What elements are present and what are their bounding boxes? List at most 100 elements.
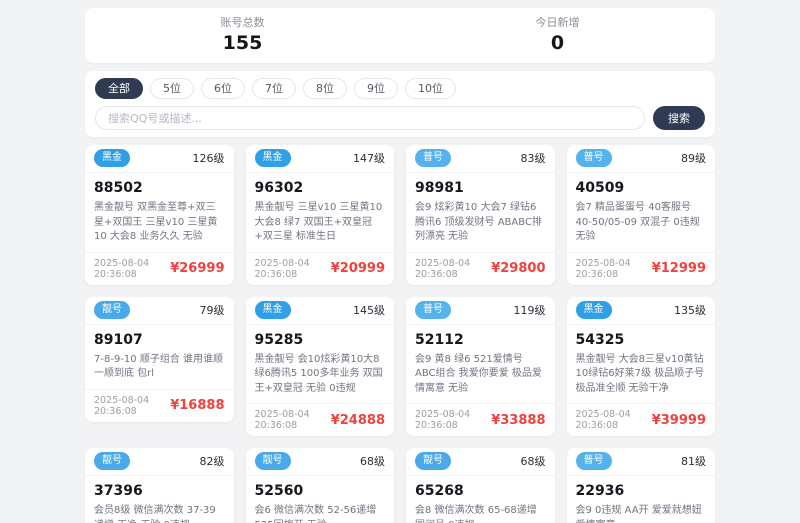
card-body: 54325 黑金靓号 大会8三星v10黄钻10绿钻6好莱7级 极品顺子号 极品准全… bbox=[567, 325, 716, 404]
account-level: 126级 bbox=[192, 152, 225, 165]
tab-10-digit[interactable]: 10位 bbox=[405, 78, 456, 99]
account-card[interactable]: 普号 119级 52112 会9 黄8 绿6 521爱情号 ABC组合 我爱你要爱 极… bbox=[406, 296, 555, 436]
card-body: 89107 7-8-9-10 顺子组合 谁用谁顺 一顺到底 包rl bbox=[85, 325, 234, 389]
account-description: 黑金靓号 会10炫彩黄10大8绿6腾讯5 100多年业务 双国王+双皇冠 无验 … bbox=[254, 353, 383, 394]
card-footer: 2025-08-04 20:36:08 ¥39999 bbox=[566, 403, 715, 436]
stat-new-today: 今日新增 0 bbox=[400, 16, 715, 55]
account-number: 52112 bbox=[415, 331, 464, 348]
stat-total-value: 155 bbox=[222, 32, 263, 54]
account-card[interactable]: 普号 89级 40509 会7 精品蛋蛋号 40客服号 40-50/05-09 双混子… bbox=[566, 145, 716, 285]
account-level: 145级 bbox=[353, 303, 385, 317]
card-footer: 2025-08-04 20:36:08 ¥12999 bbox=[566, 251, 715, 285]
account-card[interactable]: 靓号68级52560会6 微信满次数 52-56递增 525回旋开 无验2025… bbox=[245, 448, 395, 523]
account-level: 79级 bbox=[199, 303, 225, 317]
search-input[interactable] bbox=[95, 106, 645, 130]
tab-7-digit[interactable]: 7位 bbox=[252, 78, 296, 99]
listing-date: 2025-08-04 20:36:08 bbox=[575, 409, 631, 431]
search-button[interactable]: 搜索 bbox=[653, 106, 705, 130]
price: ¥16888 bbox=[170, 398, 225, 413]
stats-panel: 账号总数 155 今日新增 0 bbox=[85, 8, 715, 63]
account-type-badge: 靓号 bbox=[94, 300, 130, 319]
card-header: 普号 119级 bbox=[406, 297, 555, 325]
account-number: 37396 bbox=[94, 483, 143, 499]
account-description: 7-8-9-10 顺子组合 谁用谁顺 一顺到底 包rl bbox=[94, 353, 223, 380]
card-header: 黑金 126级 bbox=[85, 145, 234, 173]
stat-today-value: 0 bbox=[550, 32, 565, 54]
account-description: 黑金靓号 双黑金至尊+双三星+双国王 三星v10 三星黄10 大会8 业务久久 … bbox=[94, 202, 218, 242]
account-description: 会9 0违规 AA开 爱爱就想妞 爱情寓意 bbox=[575, 505, 702, 523]
account-level: 119级 bbox=[513, 303, 546, 317]
filter-search-panel: 全部 5位 6位 7位 8位 9位 10位 搜索 bbox=[85, 71, 715, 137]
listing-date: 2025-08-04 20:36:08 bbox=[254, 257, 310, 280]
price: ¥26999 bbox=[170, 261, 225, 276]
card-body: 22936 会9 0违规 AA开 爱爱就想妞 爱情寓意 bbox=[567, 476, 716, 523]
account-level: 89级 bbox=[681, 152, 706, 165]
card-body: 52560 会6 微信满次数 52-56递增 525回旋开 无验 bbox=[246, 476, 395, 523]
account-number: 98981 bbox=[415, 180, 464, 196]
card-header: 黑金 135级 bbox=[566, 297, 715, 325]
tab-9-digit[interactable]: 9位 bbox=[354, 78, 398, 99]
account-type-badge: 靓号 bbox=[415, 452, 451, 470]
account-number: 52560 bbox=[254, 483, 304, 499]
tab-8-digit[interactable]: 8位 bbox=[303, 78, 347, 99]
card-body: 40509 会7 精品蛋蛋号 40客服号 40-50/05-09 双混子 0违规 … bbox=[567, 173, 716, 252]
account-level: 83级 bbox=[520, 152, 546, 165]
card-footer: 2025-08-04 20:36:08 ¥16888 bbox=[85, 388, 234, 422]
price: ¥12999 bbox=[651, 261, 706, 276]
account-description: 会7 精品蛋蛋号 40客服号 40-50/05-09 双混子 0违规 无验 bbox=[575, 202, 700, 242]
account-description: 黑金靓号 三星v10 三星黄10 大会8 绿7 双国王+双皇冠+双三星 标准生日 bbox=[254, 202, 383, 242]
account-card[interactable]: 黑金 135级 54325 黑金靓号 大会8三星v10黄钻10绿钻6好莱7级 极品顺子… bbox=[566, 296, 716, 436]
account-description: 会员8级 微信满次数 37-39递增 干净 无验 0违规 bbox=[94, 505, 216, 523]
account-description: 会8 微信满次数 65-68递增 圆润号 0违规 bbox=[415, 505, 537, 523]
card-header: 普号 81级 bbox=[566, 448, 715, 476]
account-number: 89107 bbox=[94, 331, 143, 348]
account-card[interactable]: 靓号68级65268会8 微信满次数 65-68递增 圆润号 0违规2025-0… bbox=[406, 448, 555, 523]
account-level: 147级 bbox=[353, 152, 385, 165]
account-card[interactable]: 靓号82级37396会员8级 微信满次数 37-39递增 干净 无验 0违规20… bbox=[85, 448, 234, 523]
account-type-badge: 靓号 bbox=[94, 452, 130, 470]
account-number: 54325 bbox=[575, 331, 625, 348]
stat-today-label: 今日新增 bbox=[535, 16, 580, 29]
account-description: 会6 微信满次数 52-56递增 525回旋开 无验 bbox=[254, 505, 377, 523]
page-container: 账号总数 155 今日新增 0 全部 5位 6位 7位 8位 9位 10位 搜索 黑金 126… bbox=[85, 8, 715, 523]
tab-6-digit[interactable]: 6位 bbox=[201, 78, 245, 99]
card-header: 靓号 68级 bbox=[245, 448, 394, 476]
account-card[interactable]: 靓号 79级 89107 7-8-9-10 顺子组合 谁用谁顺 一顺到底 包rl 202… bbox=[85, 296, 234, 422]
card-header: 黑金 147级 bbox=[245, 145, 394, 173]
tab-5-digit[interactable]: 5位 bbox=[150, 78, 194, 99]
card-body: 52112 会9 黄8 绿6 521爱情号 ABC组合 我爱你要爱 极品爱情寓意 … bbox=[406, 325, 555, 404]
account-level: 68级 bbox=[520, 455, 546, 468]
account-number: 65268 bbox=[415, 483, 464, 499]
account-number: 40509 bbox=[575, 180, 625, 196]
account-number: 96302 bbox=[254, 180, 304, 196]
tab-all[interactable]: 全部 bbox=[95, 78, 143, 99]
card-header: 普号 83级 bbox=[406, 145, 555, 173]
account-type-badge: 普号 bbox=[415, 149, 451, 167]
account-card[interactable]: 普号81级22936会9 0违规 AA开 爱爱就想妞 爱情寓意2025-08-0… bbox=[566, 448, 716, 523]
account-number: 22936 bbox=[575, 483, 625, 499]
listing-date: 2025-08-04 20:36:08 bbox=[94, 394, 150, 417]
listing-date: 2025-08-04 20:36:08 bbox=[94, 257, 150, 280]
account-level: 135级 bbox=[674, 303, 706, 317]
card-grid: 黑金 126级 88502 黑金靓号 双黑金至尊+双三星+双国王 三星v10 三星黄1… bbox=[85, 145, 715, 523]
listing-date: 2025-08-04 20:36:08 bbox=[575, 257, 631, 280]
account-type-badge: 黑金 bbox=[254, 300, 291, 319]
account-description: 会9 炫彩黄10 大会7 绿钻6 腾讯6 顶级发财号 ABABC排列漂亮 无验 bbox=[415, 202, 542, 242]
card-header: 靓号 68级 bbox=[406, 448, 555, 476]
card-body: 65268 会8 微信满次数 65-68递增 圆润号 0违规 bbox=[406, 476, 555, 523]
account-card[interactable]: 黑金 145级 95285 黑金靓号 会10炫彩黄10大8绿6腾讯5 100多年业务 … bbox=[245, 296, 394, 436]
card-footer: 2025-08-04 20:36:08 ¥26999 bbox=[85, 251, 234, 285]
account-type-badge: 普号 bbox=[575, 149, 612, 167]
account-number: 88502 bbox=[94, 180, 143, 196]
listing-date: 2025-08-04 20:36:08 bbox=[254, 409, 310, 431]
price: ¥20999 bbox=[330, 261, 385, 276]
card-footer: 2025-08-04 20:36:08 ¥29800 bbox=[406, 251, 555, 285]
account-type-badge: 普号 bbox=[575, 452, 612, 470]
account-level: 68级 bbox=[360, 455, 385, 468]
price: ¥33888 bbox=[491, 412, 546, 428]
price: ¥39999 bbox=[651, 412, 706, 428]
stat-total-accounts: 账号总数 155 bbox=[85, 16, 400, 55]
account-card[interactable]: 普号 83级 98981 会9 炫彩黄10 大会7 绿钻6 腾讯6 顶级发财号 ABA… bbox=[406, 145, 555, 285]
account-card[interactable]: 黑金 147级 96302 黑金靓号 三星v10 三星黄10 大会8 绿7 双国王+双… bbox=[245, 145, 394, 285]
account-card[interactable]: 黑金 126级 88502 黑金靓号 双黑金至尊+双三星+双国王 三星v10 三星黄1… bbox=[85, 145, 234, 285]
